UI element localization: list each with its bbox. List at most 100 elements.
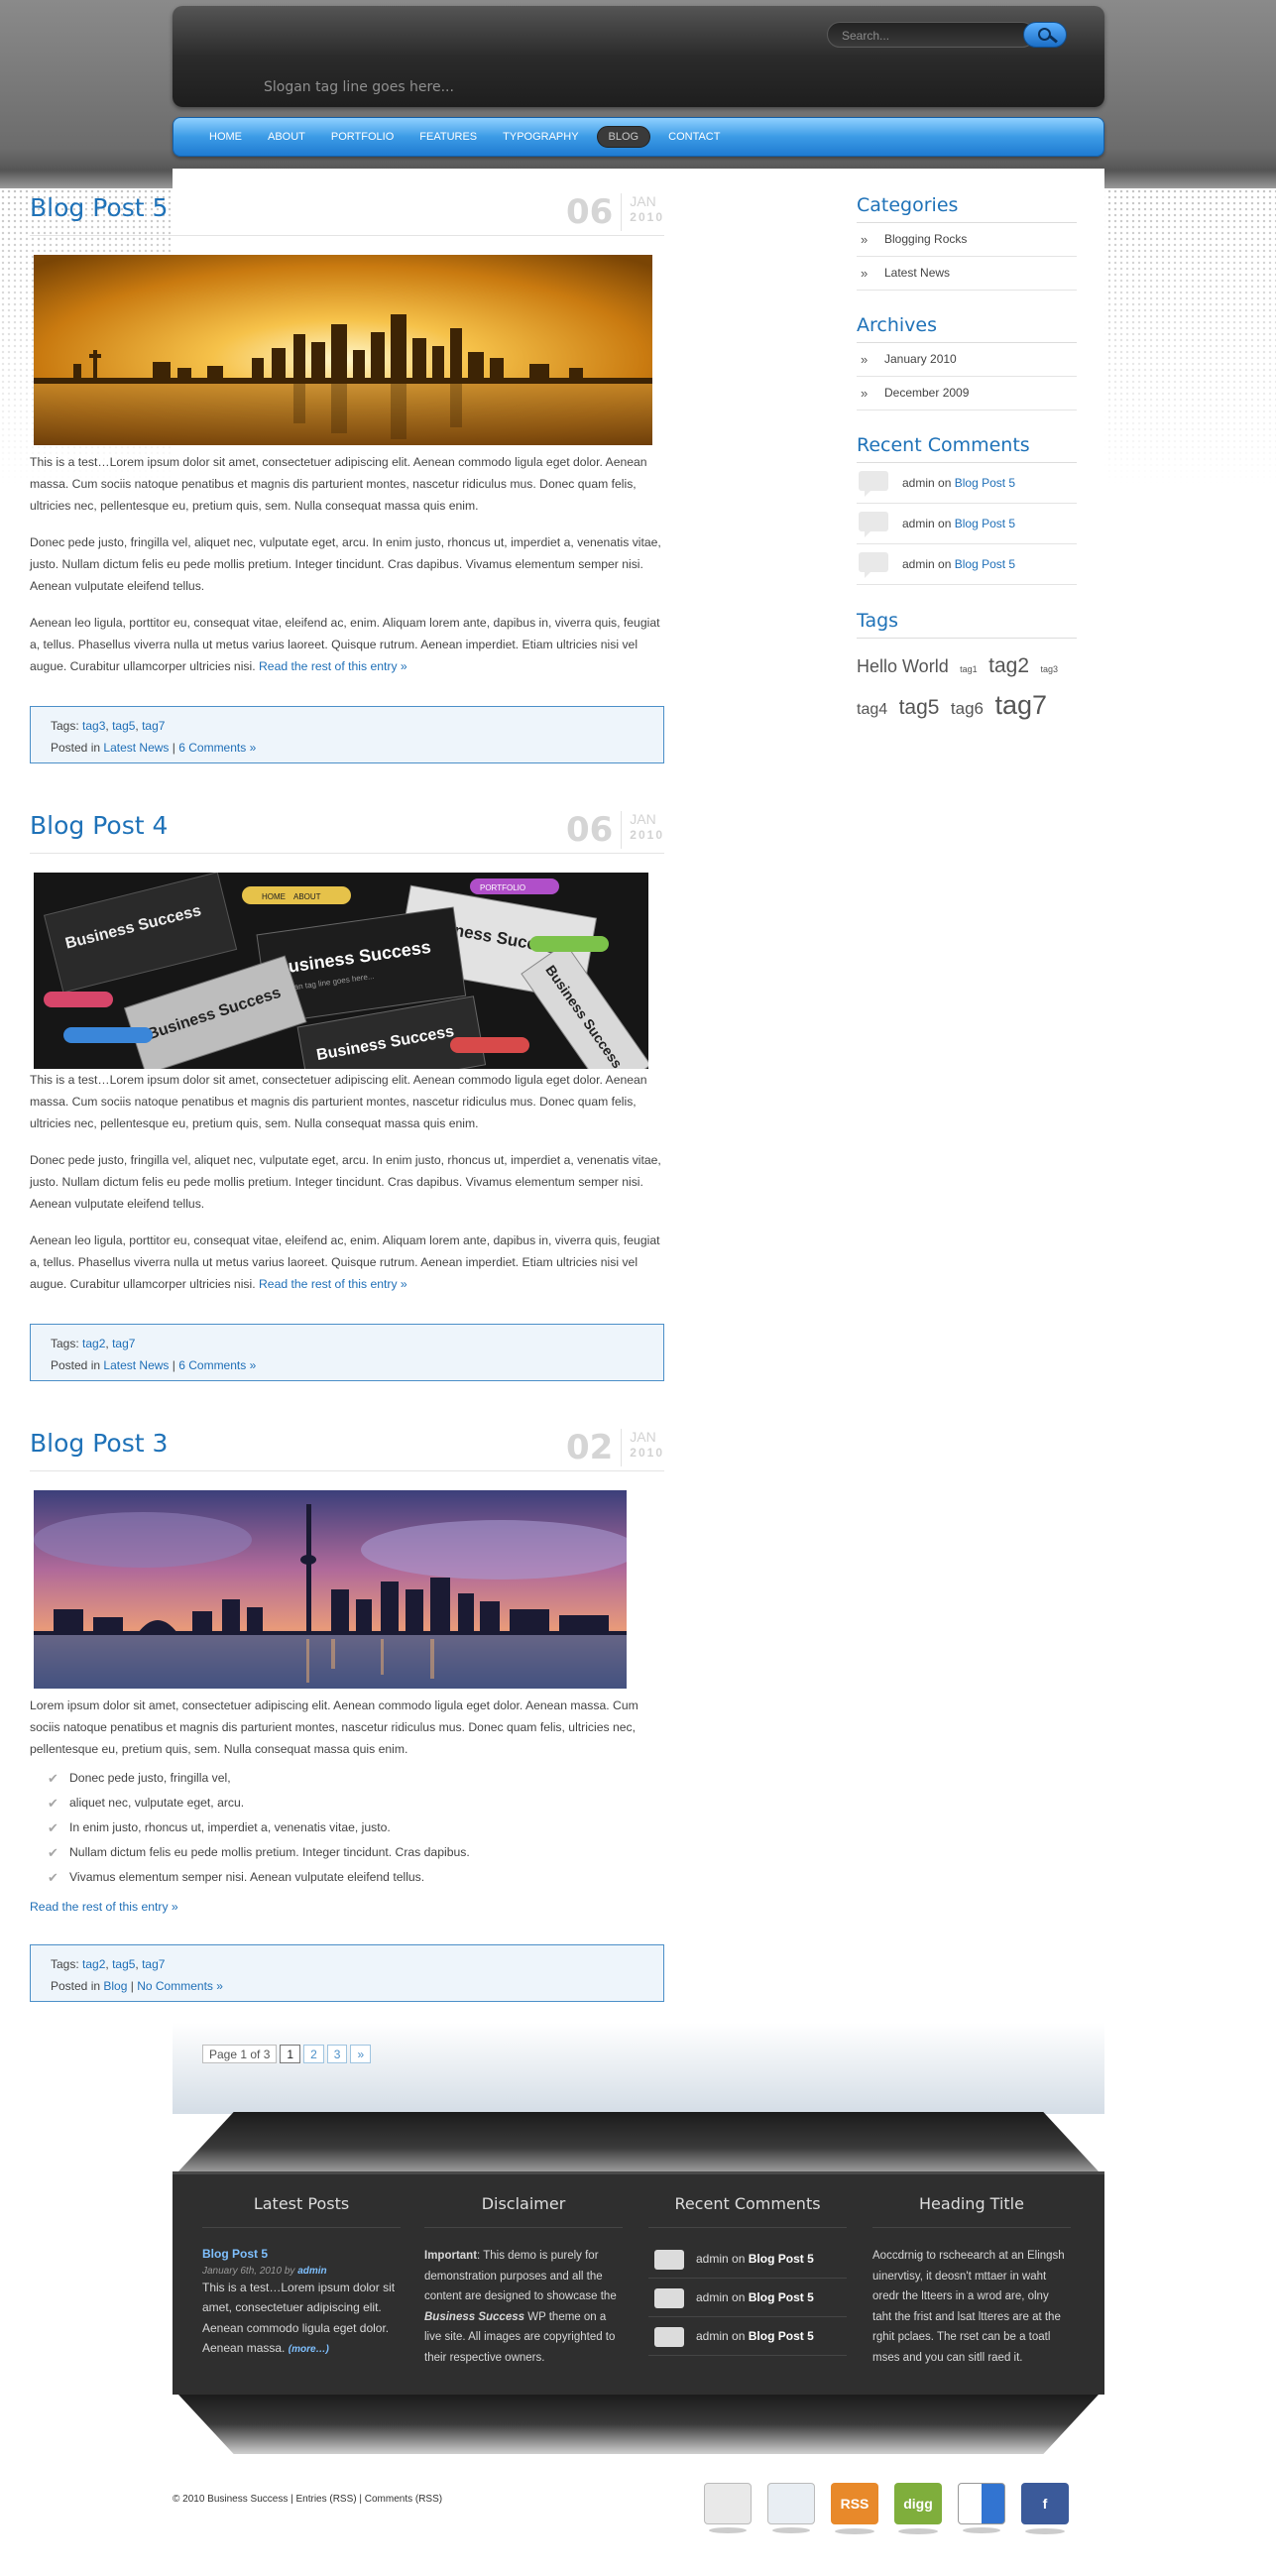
post-month: JAN bbox=[630, 811, 656, 827]
comment-post-link[interactable]: Blog Post 5 bbox=[955, 476, 1015, 490]
nav-item-features[interactable]: FEATURES bbox=[419, 131, 477, 143]
post-title[interactable]: Blog Post 3 bbox=[30, 1429, 168, 1458]
email-icon[interactable] bbox=[704, 2483, 752, 2533]
twitter-icon[interactable] bbox=[767, 2483, 815, 2533]
post-title[interactable]: Blog Post 4 bbox=[30, 811, 168, 840]
sidebar-heading: Categories bbox=[857, 194, 1077, 223]
latest-post-author[interactable]: admin bbox=[297, 2266, 326, 2277]
page-current: 1 bbox=[280, 2045, 301, 2063]
comment-bubble-icon bbox=[654, 2327, 684, 2347]
sidebar-recent-comments: Recent Comments admin on Blog Post 5 adm… bbox=[857, 434, 1077, 585]
category-link[interactable]: Blog bbox=[103, 1979, 127, 1993]
tag-link[interactable]: tag3 bbox=[82, 719, 105, 733]
tag-cloud-link[interactable]: tag7 bbox=[994, 690, 1047, 720]
tag-link[interactable]: tag7 bbox=[142, 719, 165, 733]
rss-icon[interactable]: RSS bbox=[831, 2483, 878, 2534]
search-icon[interactable] bbox=[1023, 22, 1067, 48]
sidebar-archives: Archives » January 2010 » December 2009 bbox=[857, 314, 1077, 410]
sidebar-tags: Tags Hello World tag1 tag2 tag3 tag4 tag… bbox=[857, 610, 1077, 728]
archive-link[interactable]: » December 2009 bbox=[857, 377, 1077, 410]
next-page-link[interactable]: » bbox=[350, 2045, 372, 2063]
delicious-icon[interactable] bbox=[958, 2483, 1005, 2533]
post-day: 06 bbox=[566, 811, 623, 849]
digg-icon[interactable]: digg bbox=[894, 2483, 942, 2534]
nav-item-portfolio[interactable]: PORTFOLIO bbox=[331, 131, 394, 143]
nav-item-home[interactable]: HOME bbox=[209, 131, 242, 143]
footer-disclaimer: Disclaimer Important: This demo is purel… bbox=[424, 2194, 623, 2368]
tag-link[interactable]: tag5 bbox=[112, 719, 135, 733]
tag-link[interactable]: tag7 bbox=[112, 1337, 135, 1350]
divider bbox=[30, 853, 664, 854]
nav-item-blog[interactable]: BLOG bbox=[596, 126, 651, 148]
post-title[interactable]: Blog Post 5 bbox=[30, 193, 168, 222]
nav-item-typography[interactable]: TYPOGRAPHY bbox=[503, 131, 578, 143]
post-image-business-cards[interactable]: Business Success Business Success Busine… bbox=[34, 873, 648, 1069]
blog-post: Blog Post 5 06 JAN 2010 This is a test…L… bbox=[30, 193, 664, 768]
sidebar-heading: Tags bbox=[857, 610, 1077, 639]
comments-link[interactable]: No Comments » bbox=[137, 1979, 223, 1993]
list-item: In enim justo, rhoncus ut, imperdiet a, … bbox=[48, 1815, 664, 1840]
read-more-link[interactable]: Read the rest of this entry » bbox=[259, 659, 407, 673]
archive-link[interactable]: » January 2010 bbox=[857, 343, 1077, 377]
nav-item-about[interactable]: ABOUT bbox=[268, 131, 305, 143]
site-header: Slogan tag line goes here... Search... bbox=[173, 6, 1104, 107]
comments-link[interactable]: 6 Comments » bbox=[178, 1358, 256, 1372]
tag-link[interactable]: tag5 bbox=[112, 1957, 135, 1971]
comment-bubble-icon bbox=[859, 512, 888, 537]
post-month: JAN bbox=[630, 193, 656, 209]
post-image-city-dusk[interactable] bbox=[34, 1490, 627, 1689]
latest-post-link[interactable]: Blog Post 5 bbox=[202, 2247, 268, 2261]
category-link[interactable]: » Blogging Rocks bbox=[857, 223, 1077, 257]
tag-cloud-link[interactable]: tag4 bbox=[857, 701, 887, 718]
tags-label: Tags: bbox=[51, 1337, 79, 1350]
search-input[interactable]: Search... bbox=[827, 22, 1035, 48]
post-date: 02 JAN 2010 bbox=[566, 1429, 664, 1466]
category-link[interactable]: » Latest News bbox=[857, 257, 1077, 291]
blog-post: Blog Post 3 02 JAN 2010 Lorem ipsum dolor… bbox=[30, 1429, 664, 2004]
comments-link[interactable]: 6 Comments » bbox=[178, 741, 256, 755]
category-link[interactable]: Latest News bbox=[103, 741, 169, 755]
tag-cloud-link[interactable]: Hello World bbox=[857, 656, 949, 676]
tag-cloud-link[interactable]: tag2 bbox=[988, 654, 1029, 677]
tag-cloud-link[interactable]: tag3 bbox=[1040, 664, 1058, 674]
post-meta: Tags: tag2, tag7 Posted in Latest News |… bbox=[30, 1324, 664, 1381]
tag-link[interactable]: tag7 bbox=[142, 1957, 165, 1971]
post-paragraph: Donec pede justo, fringilla vel, aliquet… bbox=[30, 535, 661, 593]
nav-item-contact[interactable]: CONTACT bbox=[668, 131, 720, 143]
read-more-link[interactable]: Read the rest of this entry » bbox=[259, 1277, 407, 1291]
comment-post-link[interactable]: Blog Post 5 bbox=[749, 2252, 814, 2266]
footer-latest-posts: Latest Posts Blog Post 5 January 6th, 20… bbox=[202, 2194, 401, 2361]
page-link[interactable]: 3 bbox=[326, 2045, 348, 2063]
category-link[interactable]: Latest News bbox=[103, 1358, 169, 1372]
post-image-city-sunset[interactable] bbox=[34, 255, 652, 445]
comment-post-link[interactable]: Blog Post 5 bbox=[749, 2329, 814, 2343]
pagination-label: Page 1 of 3 bbox=[202, 2045, 278, 2063]
comment-post-link[interactable]: Blog Post 5 bbox=[749, 2290, 814, 2304]
site-footer: Latest Posts Blog Post 5 January 6th, 20… bbox=[173, 2171, 1104, 2395]
tag-cloud-link[interactable]: tag6 bbox=[951, 699, 984, 718]
footer-bottom-shadow bbox=[178, 2395, 1099, 2454]
page-link[interactable]: 2 bbox=[303, 2045, 324, 2063]
tag-link[interactable]: tag2 bbox=[82, 1957, 105, 1971]
more-link[interactable]: (more…) bbox=[289, 2344, 329, 2355]
comment-post-link[interactable]: Blog Post 5 bbox=[955, 517, 1015, 530]
copyright: © 2010 Business Success | Entries (RSS) … bbox=[173, 2494, 443, 2505]
tag-cloud-link[interactable]: tag5 bbox=[899, 696, 940, 719]
double-arrow-icon: » bbox=[861, 232, 869, 247]
tag-link[interactable]: tag2 bbox=[82, 1337, 105, 1350]
sidebar-heading: Recent Comments bbox=[857, 434, 1077, 463]
comment-bubble-icon bbox=[654, 2250, 684, 2270]
footer-heading: Latest Posts bbox=[202, 2194, 401, 2228]
comment-post-link[interactable]: Blog Post 5 bbox=[955, 557, 1015, 571]
post-paragraph: This is a test…Lorem ipsum dolor sit ame… bbox=[30, 1073, 647, 1130]
facebook-icon[interactable]: f bbox=[1021, 2483, 1069, 2534]
tag-cloud-link[interactable]: tag1 bbox=[960, 664, 978, 674]
read-more-link[interactable]: Read the rest of this entry » bbox=[30, 1900, 178, 1914]
social-icons: RSS digg f bbox=[704, 2483, 1069, 2534]
post-year: 2010 bbox=[630, 210, 664, 224]
blog-post: Blog Post 4 06 JAN 2010 Business Success … bbox=[30, 811, 664, 1386]
list-item: aliquet nec, vulputate eget, arcu. bbox=[48, 1791, 664, 1815]
post-paragraph: Lorem ipsum dolor sit amet, consectetuer… bbox=[30, 1698, 638, 1756]
post-checklist: Donec pede justo, fringilla vel, aliquet… bbox=[48, 1766, 664, 1890]
list-item: Nullam dictum felis eu pede mollis preti… bbox=[48, 1840, 664, 1865]
